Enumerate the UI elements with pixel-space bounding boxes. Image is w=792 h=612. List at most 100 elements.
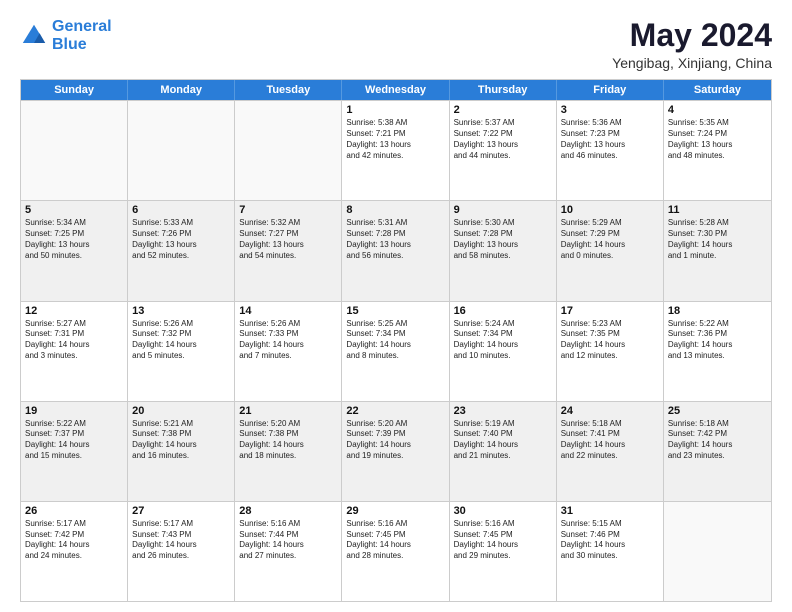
calendar: SundayMondayTuesdayWednesdayThursdayFrid…	[20, 79, 772, 602]
page: General Blue May 2024 Yengibag, Xinjiang…	[0, 0, 792, 612]
calendar-cell: 14 Sunrise: 5:26 AMSunset: 7:33 PMDayligh…	[235, 302, 342, 401]
cell-info: Sunrise: 5:20 AMSunset: 7:38 PMDaylight:…	[239, 419, 337, 462]
day-number: 13	[132, 305, 230, 317]
calendar-row-1: 5 Sunrise: 5:34 AMSunset: 7:25 PMDaylight…	[21, 200, 771, 300]
calendar-cell: 9 Sunrise: 5:30 AMSunset: 7:28 PMDaylight…	[450, 201, 557, 300]
cell-info: Sunrise: 5:37 AMSunset: 7:22 PMDaylight:…	[454, 118, 552, 161]
day-number: 17	[561, 305, 659, 317]
logo-line1: General	[52, 18, 112, 35]
header: General Blue May 2024 Yengibag, Xinjiang…	[20, 18, 772, 71]
calendar-cell	[235, 101, 342, 200]
cell-info: Sunrise: 5:15 AMSunset: 7:46 PMDaylight:…	[561, 519, 659, 562]
calendar-cell: 29Sunrise: 5:16 AMSunset: 7:45 PMDayligh…	[342, 502, 449, 601]
cell-info: Sunrise: 5:32 AMSunset: 7:27 PMDaylight:…	[239, 218, 337, 261]
day-number: 14	[239, 305, 337, 317]
calendar-cell: 2 Sunrise: 5:37 AMSunset: 7:22 PMDaylight…	[450, 101, 557, 200]
cell-info: Sunrise: 5:31 AMSunset: 7:28 PMDaylight:…	[346, 218, 444, 261]
day-number: 8	[346, 204, 444, 216]
cell-info: Sunrise: 5:34 AMSunset: 7:25 PMDaylight:…	[25, 218, 123, 261]
day-number: 12	[25, 305, 123, 317]
cell-info: Sunrise: 5:24 AMSunset: 7:34 PMDaylight:…	[454, 319, 552, 362]
calendar-row-4: 26 Sunrise: 5:17 AMSunset: 7:42 PMDayligh…	[21, 501, 771, 601]
cell-info: Sunrise: 5:28 AMSunset: 7:30 PMDaylight:…	[668, 218, 767, 261]
cell-info: Sunrise: 5:25 AMSunset: 7:34 PMDaylight:…	[346, 319, 444, 362]
header-day-sunday: Sunday	[21, 80, 128, 100]
day-number: 24	[561, 405, 659, 417]
cell-info: Sunrise: 5:29 AMSunset: 7:29 PMDaylight:…	[561, 218, 659, 261]
day-number: 26	[25, 505, 123, 517]
header-day-saturday: Saturday	[664, 80, 771, 100]
cell-info: Sunrise: 5:21 AMSunset: 7:38 PMDaylight:…	[132, 419, 230, 462]
calendar-cell: 18Sunrise: 5:22 AMSunset: 7:36 PMDayligh…	[664, 302, 771, 401]
cell-info: Sunrise: 5:38 AMSunset: 7:21 PMDaylight:…	[346, 118, 444, 161]
calendar-body: 1 Sunrise: 5:38 AMSunset: 7:21 PMDaylight…	[21, 100, 771, 601]
calendar-cell: 10 Sunrise: 5:29 AMSunset: 7:29 PMDayligh…	[557, 201, 664, 300]
cell-info: Sunrise: 5:17 AMSunset: 7:42 PMDaylight:…	[25, 519, 123, 562]
cell-info: Sunrise: 5:26 AMSunset: 7:33 PMDaylight:…	[239, 319, 337, 362]
cell-info: Sunrise: 5:30 AMSunset: 7:28 PMDaylight:…	[454, 218, 552, 261]
day-number: 6	[132, 204, 230, 216]
calendar-cell: 27 Sunrise: 5:17 AMSunset: 7:43 PMDayligh…	[128, 502, 235, 601]
calendar-row-2: 12 Sunrise: 5:27 AMSunset: 7:31 PMDayligh…	[21, 301, 771, 401]
day-number: 29	[346, 505, 444, 517]
header-day-wednesday: Wednesday	[342, 80, 449, 100]
day-number: 21	[239, 405, 337, 417]
calendar-cell: 24 Sunrise: 5:18 AMSunset: 7:41 PMDayligh…	[557, 402, 664, 501]
location: Yengibag, Xinjiang, China	[612, 55, 772, 71]
day-number: 22	[346, 405, 444, 417]
day-number: 9	[454, 204, 552, 216]
title-block: May 2024 Yengibag, Xinjiang, China	[612, 18, 772, 71]
day-number: 5	[25, 204, 123, 216]
calendar-cell: 25Sunrise: 5:18 AMSunset: 7:42 PMDayligh…	[664, 402, 771, 501]
calendar-cell: 11 Sunrise: 5:28 AMSunset: 7:30 PMDayligh…	[664, 201, 771, 300]
calendar-cell: 17 Sunrise: 5:23 AMSunset: 7:35 PMDayligh…	[557, 302, 664, 401]
calendar-cell: 12 Sunrise: 5:27 AMSunset: 7:31 PMDayligh…	[21, 302, 128, 401]
calendar-cell: 21 Sunrise: 5:20 AMSunset: 7:38 PMDayligh…	[235, 402, 342, 501]
cell-info: Sunrise: 5:35 AMSunset: 7:24 PMDaylight:…	[668, 118, 767, 161]
day-number: 10	[561, 204, 659, 216]
day-number: 20	[132, 405, 230, 417]
day-number: 7	[239, 204, 337, 216]
calendar-cell: 26 Sunrise: 5:17 AMSunset: 7:42 PMDayligh…	[21, 502, 128, 601]
logo-text: General Blue	[52, 18, 112, 53]
day-number: 19	[25, 405, 123, 417]
cell-info: Sunrise: 5:23 AMSunset: 7:35 PMDaylight:…	[561, 319, 659, 362]
cell-info: Sunrise: 5:18 AMSunset: 7:41 PMDaylight:…	[561, 419, 659, 462]
calendar-cell: 20 Sunrise: 5:21 AMSunset: 7:38 PMDayligh…	[128, 402, 235, 501]
calendar-cell: 8 Sunrise: 5:31 AMSunset: 7:28 PMDaylight…	[342, 201, 449, 300]
day-number: 4	[668, 104, 767, 116]
day-number: 27	[132, 505, 230, 517]
cell-info: Sunrise: 5:26 AMSunset: 7:32 PMDaylight:…	[132, 319, 230, 362]
calendar-cell	[21, 101, 128, 200]
logo-line2: Blue	[52, 36, 87, 53]
day-number: 3	[561, 104, 659, 116]
month-year: May 2024	[612, 18, 772, 53]
cell-info: Sunrise: 5:27 AMSunset: 7:31 PMDaylight:…	[25, 319, 123, 362]
day-number: 25	[668, 405, 767, 417]
cell-info: Sunrise: 5:33 AMSunset: 7:26 PMDaylight:…	[132, 218, 230, 261]
calendar-cell	[664, 502, 771, 601]
calendar-cell: 5 Sunrise: 5:34 AMSunset: 7:25 PMDaylight…	[21, 201, 128, 300]
day-number: 11	[668, 204, 767, 216]
calendar-cell: 22 Sunrise: 5:20 AMSunset: 7:39 PMDayligh…	[342, 402, 449, 501]
day-number: 16	[454, 305, 552, 317]
cell-info: Sunrise: 5:16 AMSunset: 7:44 PMDaylight:…	[239, 519, 337, 562]
calendar-cell: 28Sunrise: 5:16 AMSunset: 7:44 PMDayligh…	[235, 502, 342, 601]
day-number: 1	[346, 104, 444, 116]
header-day-thursday: Thursday	[450, 80, 557, 100]
calendar-cell: 16 Sunrise: 5:24 AMSunset: 7:34 PMDayligh…	[450, 302, 557, 401]
calendar-cell	[128, 101, 235, 200]
cell-info: Sunrise: 5:22 AMSunset: 7:37 PMDaylight:…	[25, 419, 123, 462]
calendar-cell: 19 Sunrise: 5:22 AMSunset: 7:37 PMDayligh…	[21, 402, 128, 501]
calendar-cell: 1 Sunrise: 5:38 AMSunset: 7:21 PMDaylight…	[342, 101, 449, 200]
header-day-friday: Friday	[557, 80, 664, 100]
cell-info: Sunrise: 5:17 AMSunset: 7:43 PMDaylight:…	[132, 519, 230, 562]
calendar-cell: 15Sunrise: 5:25 AMSunset: 7:34 PMDayligh…	[342, 302, 449, 401]
calendar-cell: 30Sunrise: 5:16 AMSunset: 7:45 PMDayligh…	[450, 502, 557, 601]
cell-info: Sunrise: 5:20 AMSunset: 7:39 PMDaylight:…	[346, 419, 444, 462]
cell-info: Sunrise: 5:22 AMSunset: 7:36 PMDaylight:…	[668, 319, 767, 362]
day-number: 2	[454, 104, 552, 116]
calendar-cell: 4 Sunrise: 5:35 AMSunset: 7:24 PMDaylight…	[664, 101, 771, 200]
calendar-cell: 23Sunrise: 5:19 AMSunset: 7:40 PMDayligh…	[450, 402, 557, 501]
cell-info: Sunrise: 5:16 AMSunset: 7:45 PMDaylight:…	[454, 519, 552, 562]
